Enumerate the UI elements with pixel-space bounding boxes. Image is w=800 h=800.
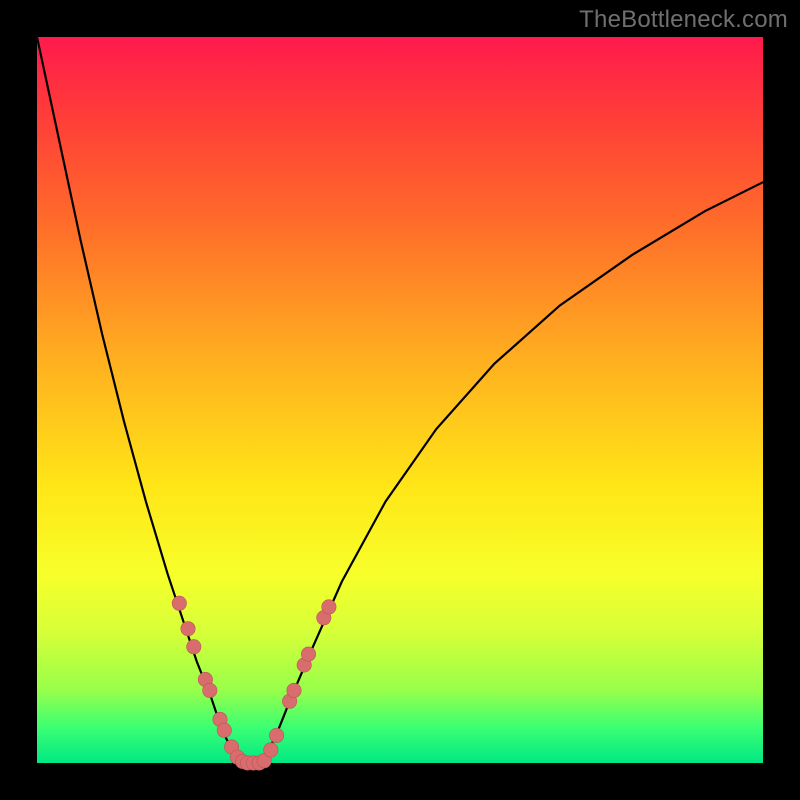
bead-marker — [181, 622, 195, 636]
bead-marker — [187, 640, 201, 654]
bead-marker — [322, 600, 336, 614]
bead-marker — [217, 723, 231, 737]
bead-marker — [287, 683, 301, 697]
bead-marker — [301, 647, 315, 661]
beads-group — [172, 596, 336, 770]
curve-group — [37, 37, 763, 763]
bead-marker — [269, 728, 283, 742]
chart-overlay — [37, 37, 763, 763]
bead-marker — [172, 596, 186, 610]
v-curve-right — [262, 182, 763, 763]
bead-marker — [264, 743, 278, 757]
v-curve-left — [37, 37, 240, 763]
chart-stage: TheBottleneck.com — [0, 0, 800, 800]
bead-marker — [203, 683, 217, 697]
watermark-text: TheBottleneck.com — [579, 6, 788, 34]
